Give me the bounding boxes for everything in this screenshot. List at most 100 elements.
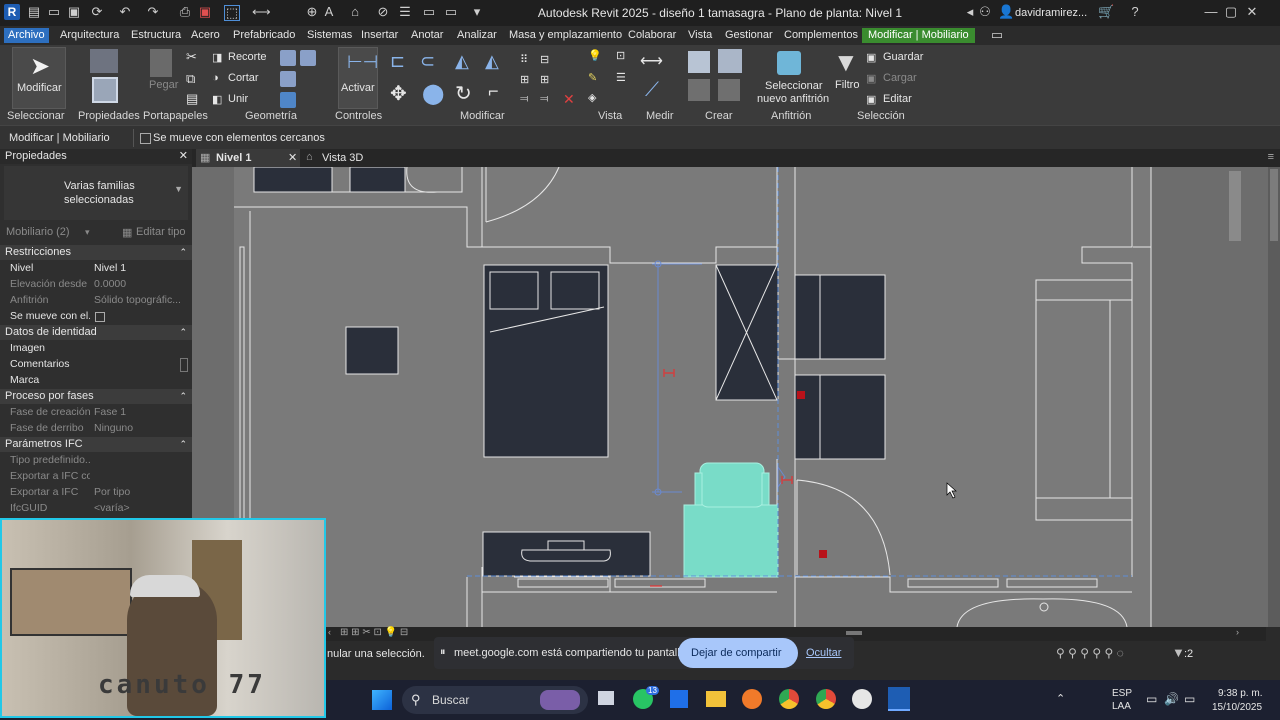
pin-icon[interactable]: ⊞ <box>520 73 529 86</box>
trim-icon[interactable]: ⌐ <box>488 81 499 102</box>
edit-type-button[interactable]: Editar tipo <box>136 226 186 238</box>
tab-gestionar[interactable]: Gestionar <box>721 28 777 43</box>
volume-icon[interactable]: 🔊 <box>1164 692 1179 706</box>
view-hatch-icon[interactable]: ☰ <box>616 71 626 84</box>
chrome-icon[interactable] <box>779 689 799 709</box>
switch-windows-icon[interactable]: ▭ <box>444 5 458 19</box>
view-controls-icon[interactable]: ⊞ ⊞ ✂ ⊡ 💡 ⊟ <box>340 627 408 638</box>
section-fases[interactable]: Proceso por fases ⌃ <box>0 389 192 404</box>
scale-icon[interactable]: ⊟ <box>540 53 549 66</box>
tab-estructura[interactable]: Estructura <box>127 28 185 43</box>
cut-icon[interactable]: ◑ <box>212 72 219 84</box>
close-hidden-icon[interactable]: ▭ <box>422 5 436 19</box>
scissors-icon[interactable]: ✂ <box>186 49 197 65</box>
tab-anotar[interactable]: Anotar <box>407 28 447 43</box>
copy-icon[interactable]: ⧉ <box>186 71 195 87</box>
text-icon[interactable]: A <box>322 5 336 19</box>
filter-icon[interactable]: ▼ <box>833 47 859 78</box>
create-assembly-icon[interactable] <box>718 49 742 73</box>
tab-nivel-1[interactable]: ▦ Nivel 1 ✕ <box>196 149 300 167</box>
collapse-icon[interactable]: ⌃ <box>179 325 187 340</box>
tab-acero[interactable]: Acero <box>187 28 224 43</box>
move-icon[interactable]: ✥ <box>390 81 407 106</box>
demolish-icon[interactable] <box>280 92 296 108</box>
filter-label[interactable]: Filtro <box>835 79 859 91</box>
tag-icon[interactable]: ⊕ <box>305 5 319 19</box>
join-icon[interactable]: ◧ <box>212 93 222 106</box>
split-gap-icon[interactable]: ⫤ <box>540 93 548 106</box>
linework-icon[interactable]: ◈ <box>588 91 596 104</box>
aligned-dimension-icon[interactable]: ⟋ <box>645 79 659 102</box>
type-properties-icon[interactable] <box>90 49 118 73</box>
revit-taskbar-icon[interactable] <box>888 687 910 711</box>
pick-host-label-1[interactable]: Seleccionar <box>765 80 822 92</box>
scroll-left-icon[interactable]: ‹ <box>328 627 331 637</box>
align-icon[interactable]: ⊏ <box>390 51 405 72</box>
comment-edit-box[interactable] <box>180 358 188 372</box>
battery-icon[interactable]: ▭ <box>1184 692 1195 706</box>
tab-insertar[interactable]: Insertar <box>357 28 402 43</box>
panel-seleccionar[interactable]: Seleccionar <box>7 110 64 122</box>
delete-icon[interactable]: ✕ <box>563 91 575 108</box>
stop-sharing-button[interactable]: Dejar de compartir <box>678 638 798 668</box>
measure-between-icon[interactable]: ⟷ <box>640 51 663 71</box>
filter-status-icon[interactable]: ▼ <box>1172 645 1185 660</box>
row-se-mueve[interactable]: Se mueve con el... <box>0 308 192 324</box>
clock-time[interactable]: 9:38 p. m. <box>1218 688 1262 699</box>
tab-masa[interactable]: Masa y emplazamiento <box>505 28 626 43</box>
measure-icon[interactable]: ⟷ <box>252 5 271 19</box>
home-icon[interactable]: ▤ <box>27 5 41 19</box>
network-icon[interactable]: ▭ <box>1146 692 1157 706</box>
section-icon[interactable]: ⊘ <box>376 5 390 19</box>
scroll-right-icon[interactable]: › <box>1236 627 1239 637</box>
row-comentarios[interactable]: Comentarios <box>0 356 192 372</box>
close-views-icon[interactable]: ▣ <box>198 5 212 19</box>
dropbox-icon[interactable] <box>670 690 688 708</box>
close-window-icon[interactable]: ✕ <box>1245 5 1259 19</box>
pick-host-label-2[interactable]: nuevo anfitrión <box>757 93 829 105</box>
3d-view-icon[interactable]: ⌂ <box>348 5 362 19</box>
tabs-menu-icon[interactable]: ≡ <box>1268 151 1274 163</box>
arrow-left-icon[interactable]: ◂ <box>963 5 977 19</box>
row-nivel[interactable]: Nivel Nivel 1 <box>0 260 192 276</box>
unir-button[interactable]: Unir <box>228 93 248 105</box>
horizontal-scrollbar[interactable] <box>846 631 862 635</box>
section-identidad[interactable]: Datos de identidad ⌃ <box>0 325 192 340</box>
binoculars-icon[interactable]: ⚇ <box>978 5 992 19</box>
override-graphics-icon[interactable]: ✎ <box>588 71 597 84</box>
modify-tool-icon[interactable]: ⬚ <box>224 5 240 21</box>
tab-analizar[interactable]: Analizar <box>453 28 501 43</box>
github-icon[interactable] <box>852 689 872 709</box>
view-lines-icon[interactable]: ⊡ <box>616 49 625 62</box>
section-restricciones[interactable]: Restricciones ⌃ <box>0 245 192 260</box>
recorte-button[interactable]: Recorte <box>228 51 267 63</box>
edit-selection-icon[interactable]: ▣ <box>866 93 876 106</box>
hide-element-icon[interactable]: 💡 <box>588 49 602 62</box>
save-selection-label[interactable]: Guardar <box>883 51 923 63</box>
sync-icon[interactable]: ⟳ <box>90 5 104 19</box>
tab-complementos[interactable]: Complementos <box>780 28 862 43</box>
copy-element-icon[interactable]: ⬤ <box>422 81 444 106</box>
tab-modificar-mobiliario[interactable]: Modificar | Mobiliario <box>862 28 975 43</box>
split-icon[interactable]: ⫤ <box>520 93 528 106</box>
cortar-button[interactable]: Cortar <box>228 72 259 84</box>
clock-date[interactable]: 15/10/2025 <box>1212 702 1262 713</box>
instance-filter[interactable]: Mobiliario (2) <box>6 226 70 238</box>
type-selector[interactable]: Varias familias seleccionadas ▼ <box>4 166 188 220</box>
create-group-icon[interactable] <box>688 51 710 73</box>
paint-icon[interactable] <box>300 50 316 66</box>
chrome-profile-icon[interactable] <box>816 689 836 709</box>
row-marca[interactable]: Marca <box>0 372 192 388</box>
windows-start-icon[interactable] <box>372 690 392 710</box>
maximize-icon[interactable]: ▢ <box>1224 5 1238 19</box>
modify-button[interactable]: ➤ Modificar <box>12 47 66 109</box>
split-face-icon[interactable] <box>280 50 296 66</box>
open-folder-icon[interactable]: ▭ <box>47 5 61 19</box>
redo-icon[interactable]: ↷ <box>146 5 160 19</box>
moves-with-nearby-checkbox[interactable] <box>140 133 151 144</box>
edit-selection-label[interactable]: Editar <box>883 93 912 105</box>
collapse-icon[interactable]: ⌃ <box>179 437 187 452</box>
user-icon[interactable]: 👤 <box>998 5 1014 19</box>
selection-icons[interactable]: ⚲ ⚲ ⚲ ⚲ ⚲ ◌ <box>1056 646 1124 660</box>
create-similar-icon[interactable] <box>718 79 740 101</box>
